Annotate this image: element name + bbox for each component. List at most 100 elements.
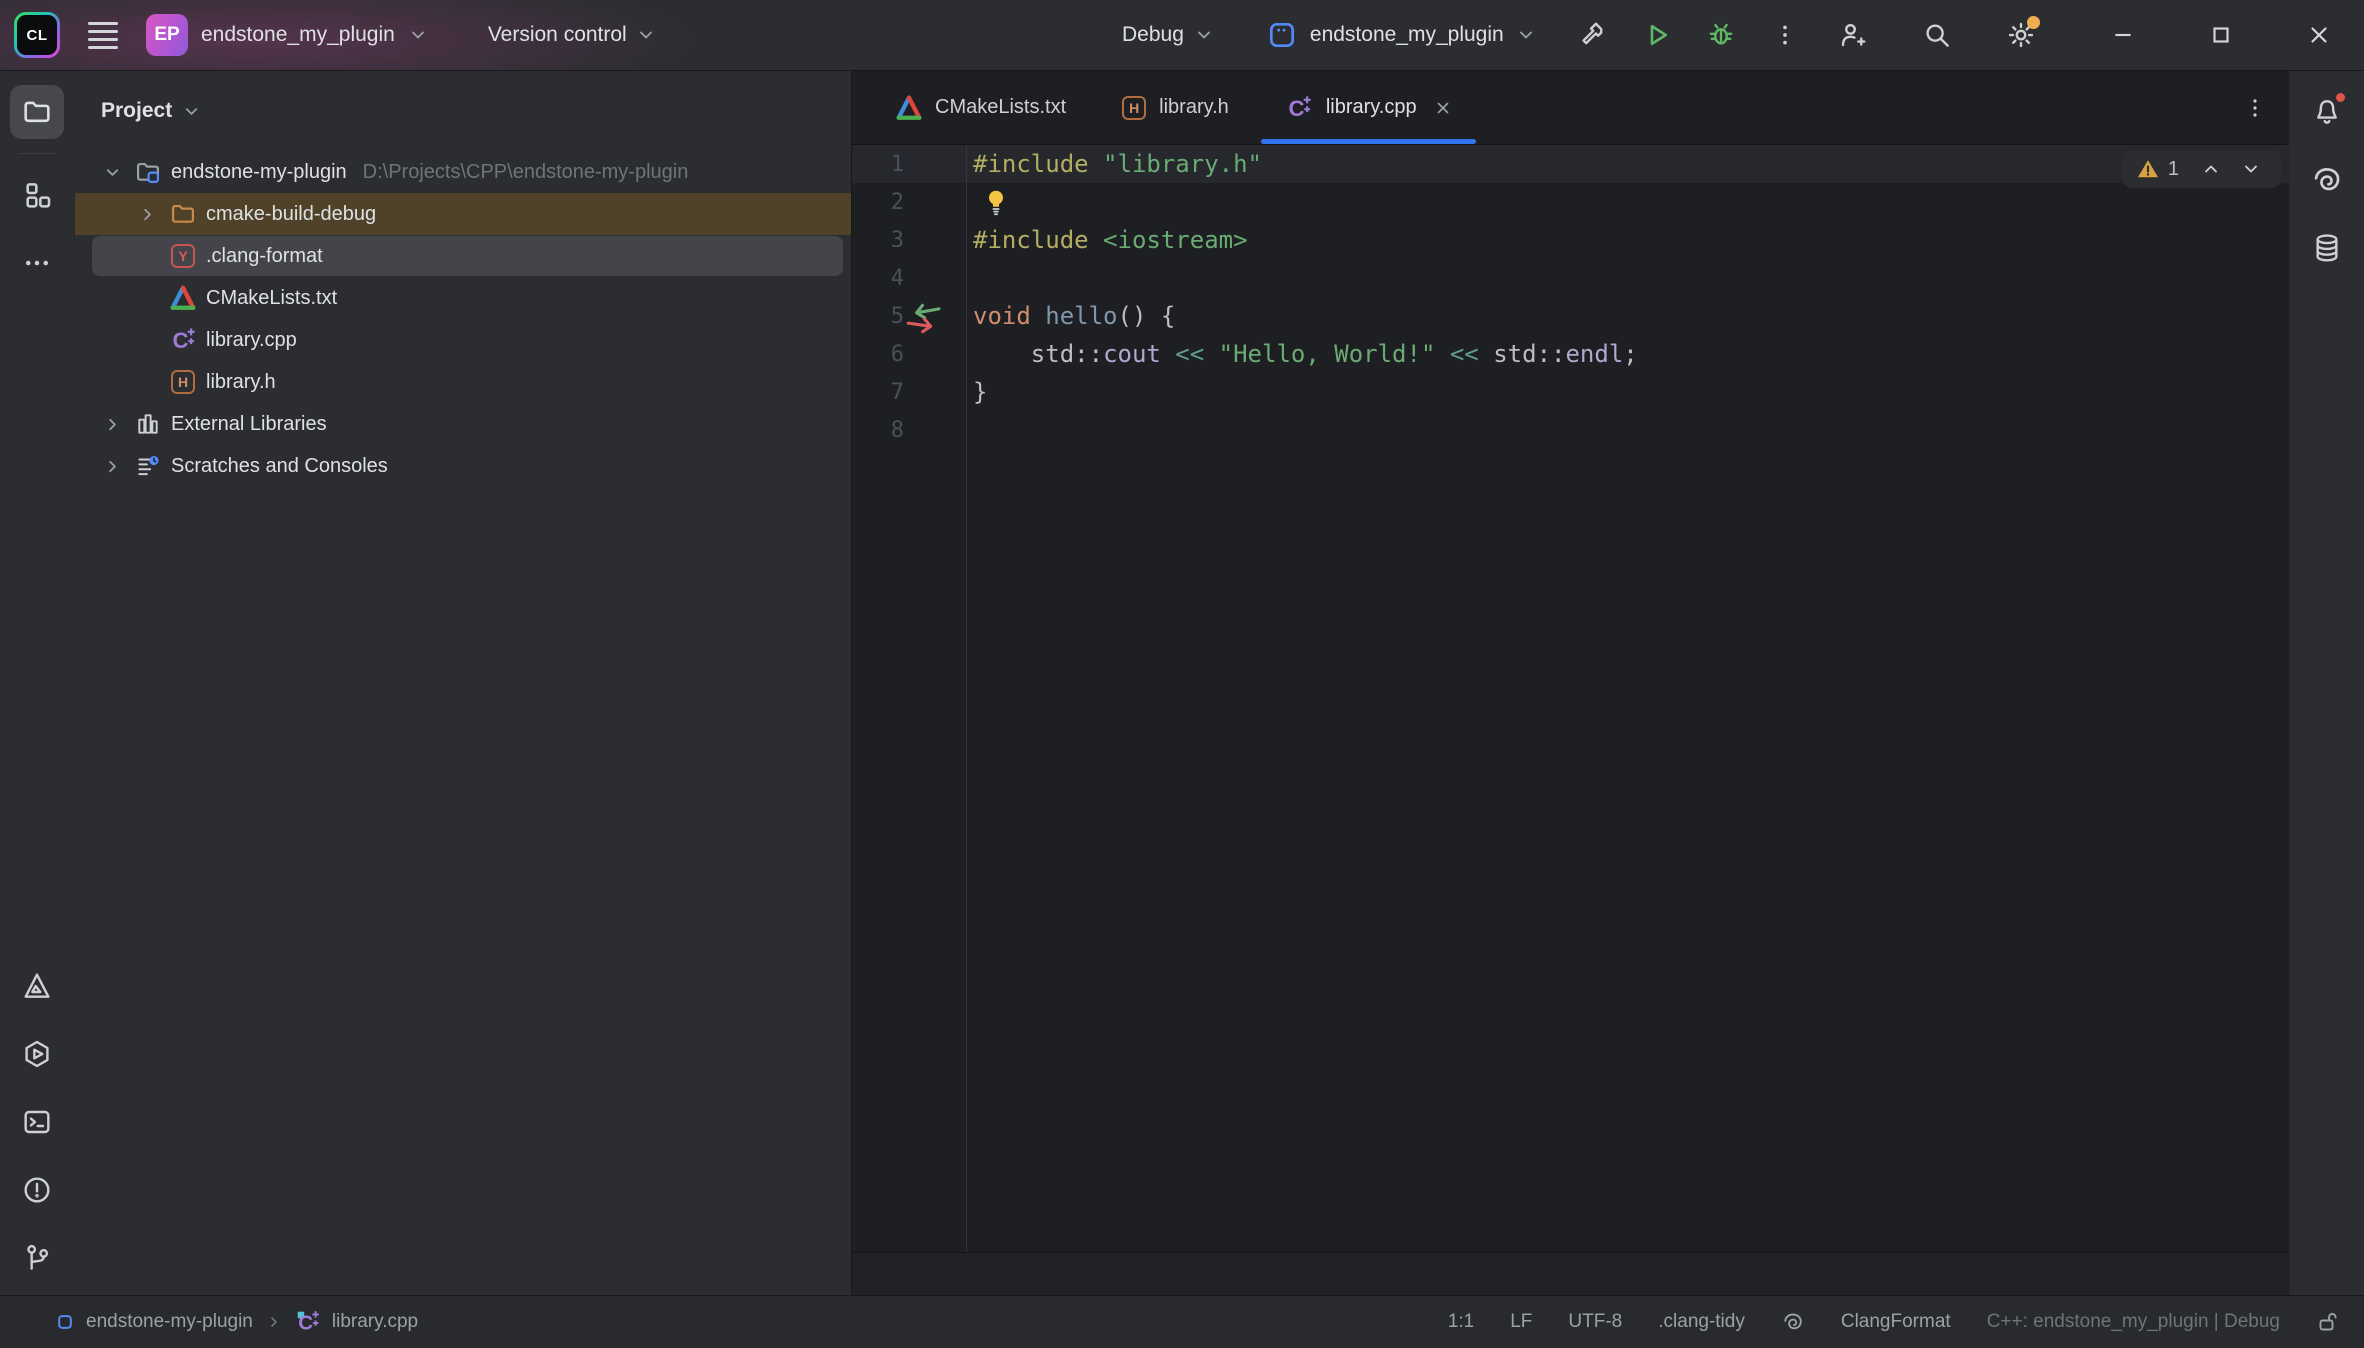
breadcrumb-file-label: library.cpp: [332, 1311, 418, 1333]
line-separator[interactable]: LF: [1510, 1311, 1532, 1333]
debug-button[interactable]: [1700, 14, 1742, 56]
search-everywhere-button[interactable]: [1916, 14, 1958, 56]
clang-tidy-status[interactable]: .clang-tidy: [1658, 1311, 1745, 1333]
tab-label: library.h: [1159, 96, 1229, 119]
code-line-8[interactable]: 8: [852, 411, 2289, 449]
tree-label: cmake-build-debug: [206, 203, 376, 226]
toolchain-status[interactable]: C++: endstone_my_plugin | Debug: [1987, 1311, 2280, 1333]
problems-icon: [21, 1174, 53, 1206]
code-token: std: [1493, 340, 1536, 368]
code-token: "library.h": [1103, 150, 1262, 178]
database-button[interactable]: [2300, 221, 2354, 275]
code-token: #include: [973, 150, 1103, 178]
warning-icon: [2136, 157, 2160, 181]
more-actions-button[interactable]: [1764, 14, 1806, 56]
notifications-button[interactable]: [2300, 85, 2354, 139]
next-problem-button[interactable]: [2235, 155, 2267, 183]
run-mode-selector[interactable]: Debug: [1122, 23, 1214, 47]
cmake-tool-icon: [21, 970, 53, 1002]
tab-library-cpp[interactable]: C library.cpp: [1257, 71, 1480, 144]
editor-bottom-strip: [852, 1252, 2289, 1295]
code-line-5[interactable]: 5 void hello() {: [852, 297, 2289, 335]
code-line-4[interactable]: 4: [852, 259, 2289, 297]
formatter-status[interactable]: ClangFormat: [1841, 1311, 1951, 1333]
git-branch-icon: [21, 1242, 53, 1274]
notification-dot: [2334, 91, 2347, 104]
settings-button[interactable]: [2000, 14, 2042, 56]
run-button[interactable]: [1636, 14, 1678, 56]
tree-row-clang-format[interactable]: Y .clang-format: [75, 235, 851, 277]
chevron-down-icon[interactable]: [103, 163, 122, 182]
build-button[interactable]: [1572, 14, 1614, 56]
chevron-down-icon[interactable]: [182, 102, 201, 121]
chevron-right-icon[interactable]: [103, 457, 122, 476]
minimize-button[interactable]: [2102, 14, 2144, 56]
svg-text:C: C: [173, 328, 189, 353]
code-token: [973, 340, 1031, 368]
tab-label: CMakeLists.txt: [935, 96, 1066, 119]
chevron-right-icon[interactable]: [138, 205, 157, 224]
tree-row-external-libraries[interactable]: External Libraries: [75, 403, 851, 445]
project-avatar: EP: [146, 14, 188, 56]
project-tool-button[interactable]: [10, 85, 64, 139]
more-tool-windows-button[interactable]: [10, 236, 64, 290]
chevron-up-icon: [2201, 159, 2221, 179]
tree-row-library-cpp[interactable]: C library.cpp: [75, 319, 851, 361]
breadcrumb-project[interactable]: endstone-my-plugin: [55, 1311, 253, 1333]
chevron-right-icon[interactable]: [103, 415, 122, 434]
code-token: ;: [1623, 340, 1637, 368]
close-icon: [1434, 99, 1452, 117]
caret-position[interactable]: 1:1: [1448, 1311, 1474, 1333]
structure-icon: [21, 179, 53, 211]
breadcrumb-file[interactable]: C library.cpp: [295, 1309, 418, 1335]
tree-label: Scratches and Consoles: [171, 455, 388, 478]
git-tool-button[interactable]: [10, 1231, 64, 1285]
code-line-2[interactable]: 2: [852, 183, 2289, 221]
structure-tool-button[interactable]: [10, 168, 64, 222]
terminal-tool-button[interactable]: [10, 1095, 64, 1149]
ai-assistant-button[interactable]: [2300, 153, 2354, 207]
code-line-1[interactable]: 1 #include "library.h": [852, 145, 2289, 183]
ai-status-button[interactable]: [1781, 1310, 1805, 1334]
tree-label: endstone-my-plugin: [171, 161, 347, 184]
tree-row-cmakelists[interactable]: CMakeLists.txt: [75, 277, 851, 319]
kebab-menu-icon: [1772, 22, 1798, 48]
file-encoding[interactable]: UTF-8: [1568, 1311, 1622, 1333]
tree-row-scratches[interactable]: Scratches and Consoles: [75, 445, 851, 487]
inspection-widget[interactable]: 1: [2122, 150, 2281, 188]
tree-row-library-h[interactable]: H library.h: [75, 361, 851, 403]
tab-cmakelists[interactable]: CMakeLists.txt: [868, 71, 1094, 144]
run-configuration-selector[interactable]: endstone_my_plugin: [1266, 19, 1536, 51]
title-bar: CL EP endstone_my_plugin Version control…: [0, 0, 2364, 71]
line-number: 2: [891, 190, 904, 215]
lock-status-button[interactable]: [2316, 1310, 2340, 1334]
run-mode-label: Debug: [1122, 23, 1184, 47]
chevron-down-icon: [408, 25, 428, 45]
code-line-3[interactable]: 3 #include <iostream>: [852, 221, 2289, 259]
tab-library-h[interactable]: H library.h: [1094, 71, 1257, 144]
code-token: }: [973, 378, 987, 406]
code-editor[interactable]: 1 1 #include "library.h" 2: [852, 145, 2289, 1252]
tree-row-project-root[interactable]: endstone-my-plugin D:\Projects\CPP\endst…: [75, 151, 851, 193]
tree-row-cmake-build-debug[interactable]: cmake-build-debug: [75, 193, 851, 235]
terminal-icon: [21, 1106, 53, 1138]
project-widget[interactable]: EP endstone_my_plugin: [146, 14, 428, 56]
close-window-button[interactable]: [2298, 14, 2340, 56]
intention-bulb-icon[interactable]: [983, 187, 1009, 217]
editor-area: CMakeLists.txt H library.h C library.cpp: [852, 71, 2289, 1295]
play-icon: [1642, 20, 1672, 50]
problems-tool-button[interactable]: [10, 1163, 64, 1217]
previous-problem-button[interactable]: [2195, 155, 2227, 183]
right-toolbar: [2289, 71, 2364, 1295]
cmake-tool-button[interactable]: [10, 959, 64, 1013]
main-menu-button[interactable]: [88, 22, 118, 49]
code-line-6[interactable]: 6 std::cout << "Hello, World!" << std::e…: [852, 335, 2289, 373]
version-control-widget[interactable]: Version control: [488, 23, 656, 47]
code-line-7[interactable]: 7 }: [852, 373, 2289, 411]
tab-options-button[interactable]: [2243, 96, 2267, 120]
services-tool-button[interactable]: [10, 1027, 64, 1081]
close-tab-button[interactable]: [1434, 99, 1452, 117]
goto-declaration-gutter-icon[interactable]: [902, 300, 948, 334]
maximize-button[interactable]: [2200, 14, 2242, 56]
code-with-me-button[interactable]: [1832, 14, 1874, 56]
